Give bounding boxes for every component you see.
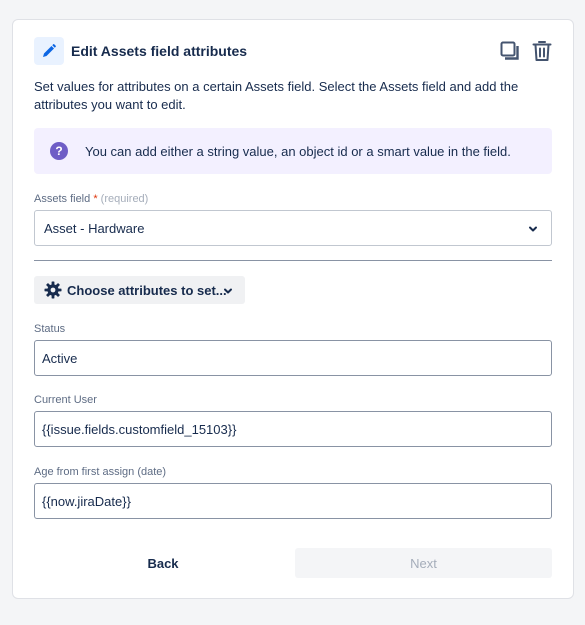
attribute-label-age-from-first-assign: Age from first assign (date) <box>34 466 167 478</box>
chevron-down-icon <box>222 284 234 302</box>
section-divider <box>34 260 552 261</box>
card-title: Edit Assets field attributes <box>71 43 248 59</box>
attribute-label-status: Status <box>34 323 66 335</box>
header-actions <box>498 38 554 64</box>
assets-field-selected-value: Asset - Hardware <box>44 221 145 236</box>
next-button[interactable]: Next <box>295 548 552 578</box>
status-input[interactable] <box>34 340 552 376</box>
card-description: Set values for attributes on a certain A… <box>34 79 519 112</box>
choose-attributes-label: Choose attributes to set... <box>67 283 227 298</box>
assets-field-label-text: Assets field <box>34 193 91 205</box>
duplicate-icon[interactable] <box>498 38 522 64</box>
back-button[interactable]: Back <box>34 548 292 578</box>
attribute-label-current-user: Current User <box>34 394 97 406</box>
age-from-first-assign-input[interactable] <box>34 483 552 519</box>
required-star: * <box>93 193 98 205</box>
info-banner-text: You can add either a string value, an ob… <box>85 144 511 159</box>
current-user-input[interactable] <box>34 411 552 447</box>
choose-attributes-button[interactable]: Choose attributes to set... <box>34 276 245 304</box>
info-banner: ? You can add either a string value, an … <box>34 128 552 174</box>
required-hint: (required) <box>100 193 149 205</box>
rule-component-card: Edit Assets field attributes Set values … <box>12 19 574 599</box>
gear-icon <box>44 281 62 304</box>
chevron-down-icon <box>527 222 539 240</box>
assets-field-select[interactable]: Asset - Hardware <box>34 210 552 246</box>
trash-icon[interactable] <box>530 38 554 64</box>
pencil-icon <box>34 37 64 65</box>
question-icon: ? <box>50 142 68 160</box>
assets-field-label: Assets field * (required) <box>34 193 148 205</box>
card-header: Edit Assets field attributes <box>34 37 554 67</box>
